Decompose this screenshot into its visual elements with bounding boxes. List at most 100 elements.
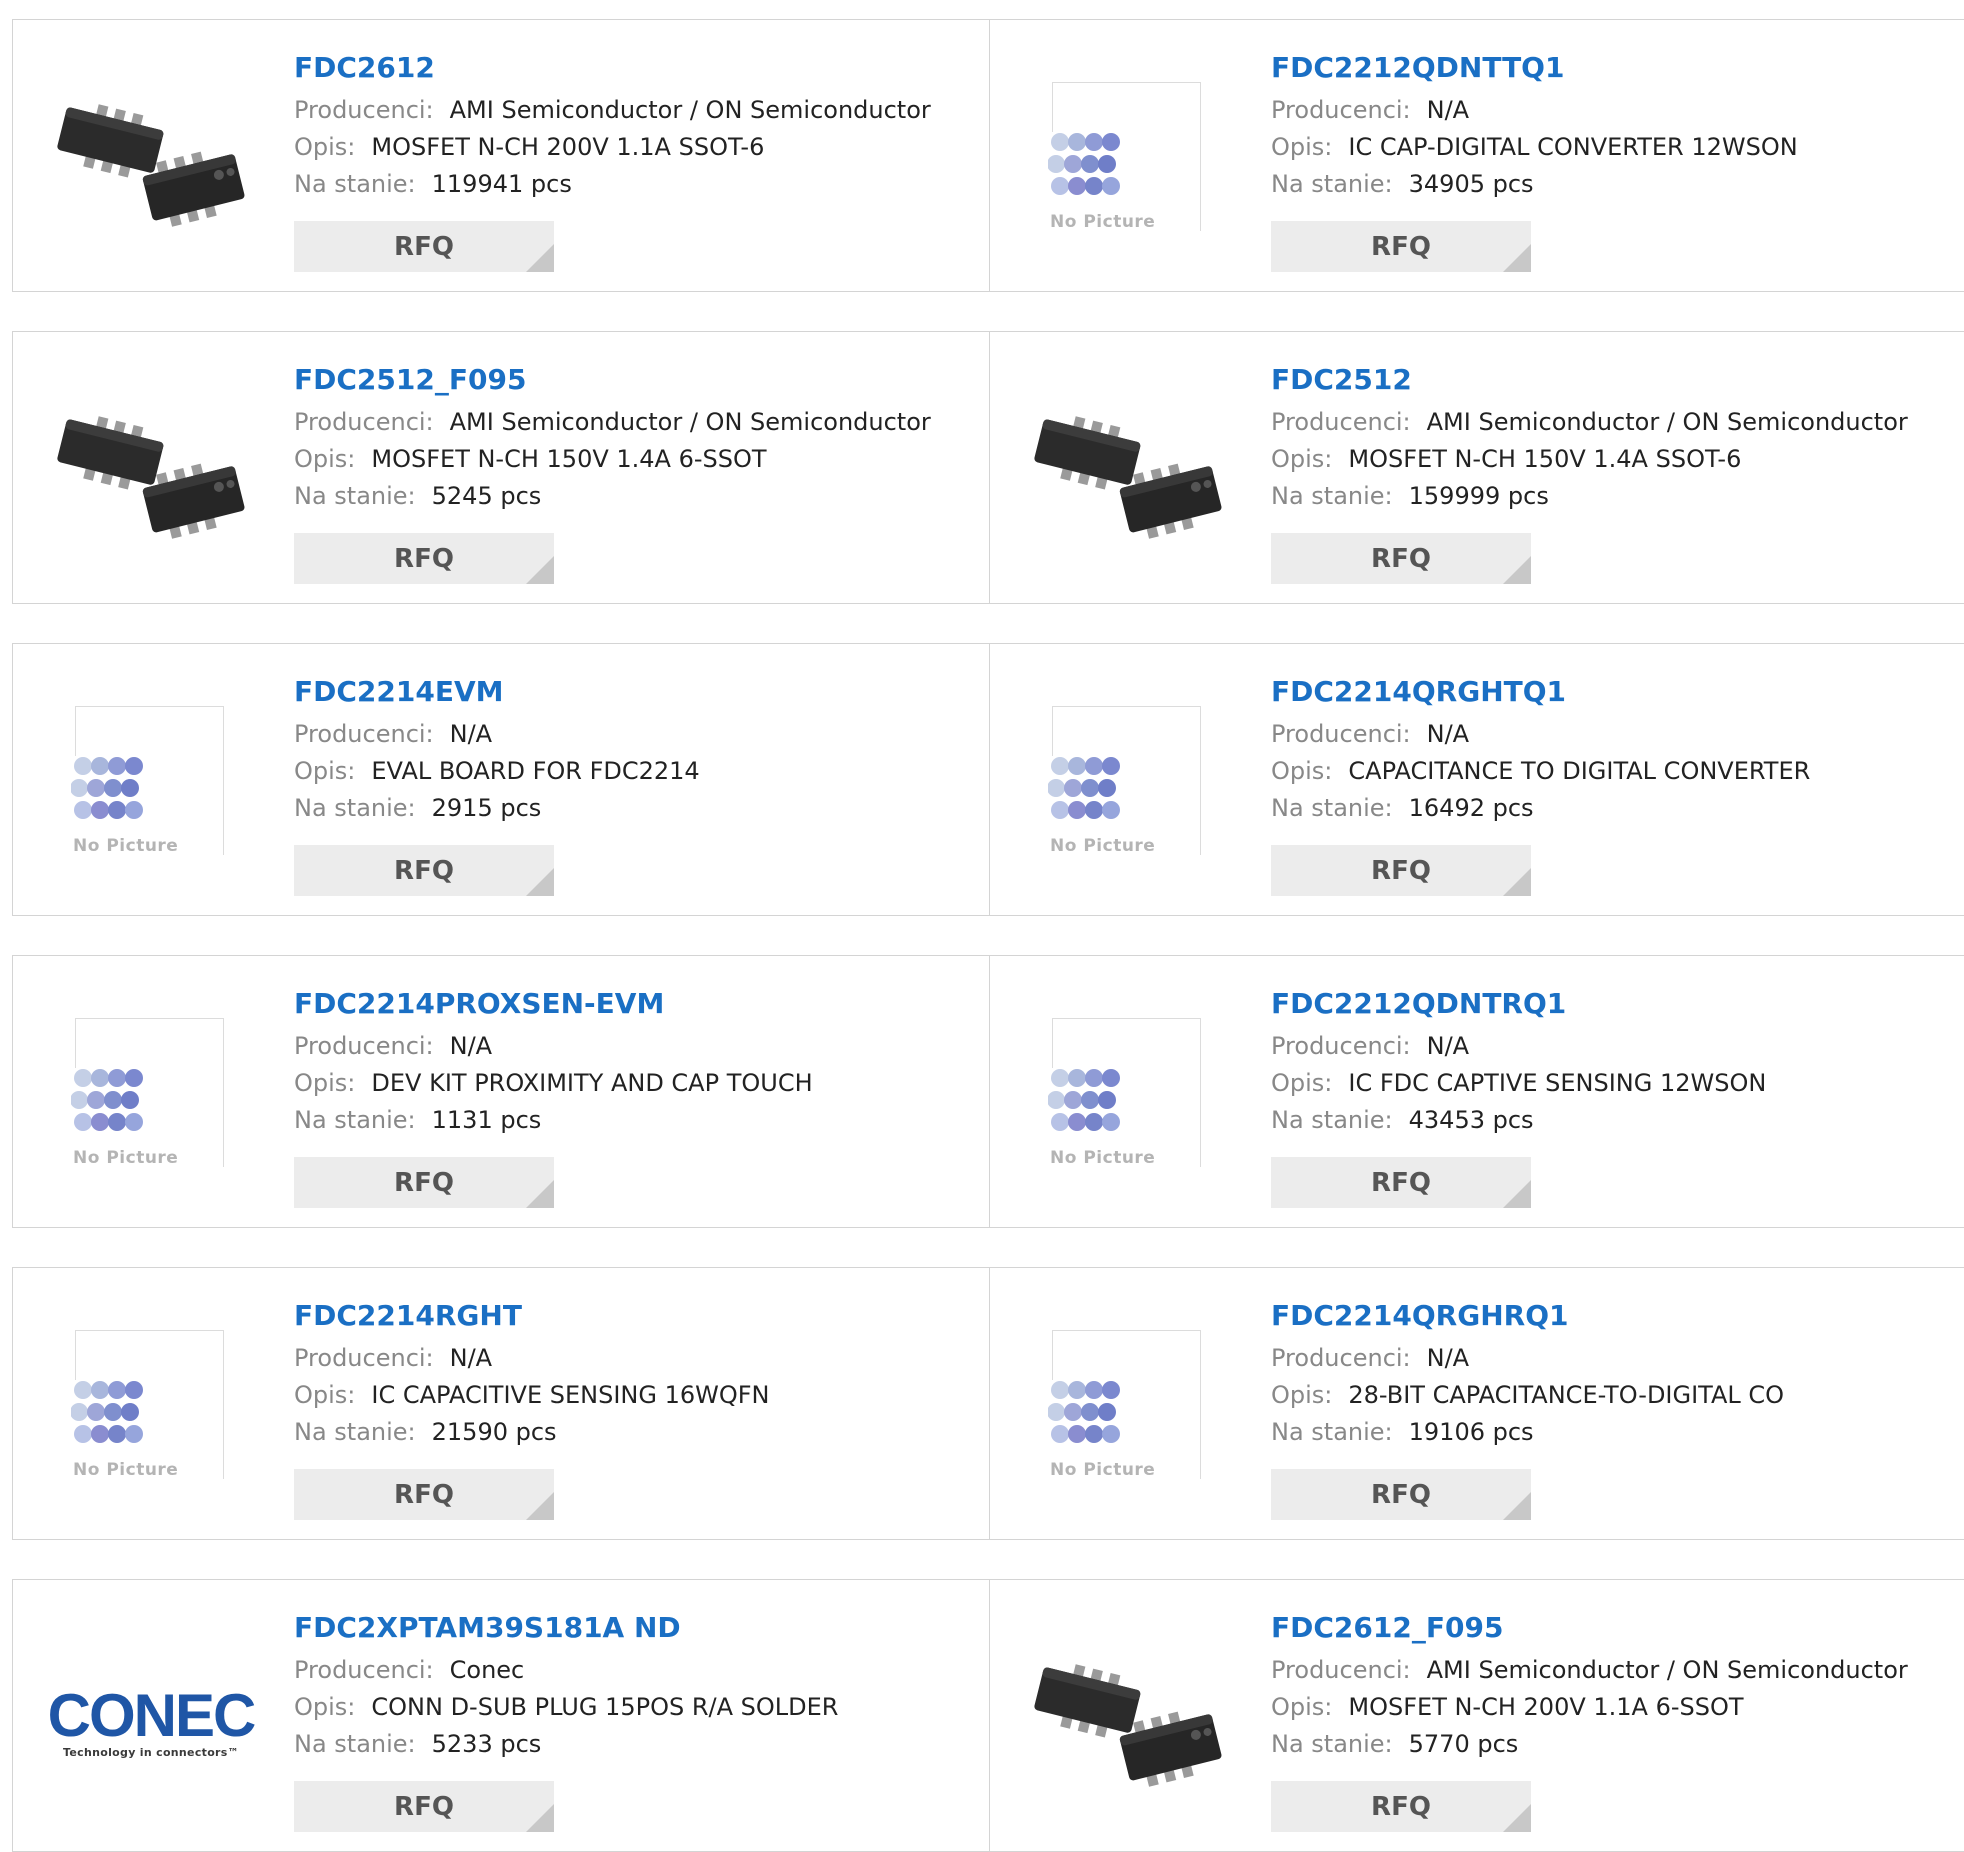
rfq-button[interactable]: RFQ [294,845,554,896]
part-number-link[interactable]: FDC2612 [294,50,979,86]
stock-label: Na stanie: [1271,1418,1393,1446]
manufacturer-row: Producenci: Conec [294,1652,979,1689]
description-row: Opis: DEV KIT PROXIMITY AND CAP TOUCH [294,1065,979,1102]
description-value: IC FDC CAPTIVE SENSING 12WSON [1348,1069,1767,1097]
stock-row: Na stanie: 21590 pcs [294,1414,979,1451]
product-info: FDC2214QRGHRQ1 Producenci: N/A Opis: 28-BI… [1271,1298,1960,1451]
manufacturer-row: Producenci: AMI Semiconductor / ON Semico… [294,404,979,441]
description-label: Opis: [294,757,356,785]
corner-triangle-icon [526,868,554,896]
product-info: FDC2212QDNTTQ1 Producenci: N/A Opis: IC CA… [1271,50,1960,203]
product-card-fdc2214rght: No Picture FDC2214RGHT Producenci: N/A Op… [12,1267,990,1540]
part-number-link[interactable]: FDC2214PROXSEN-EVM [294,986,979,1022]
stock-label: Na stanie: [294,1418,416,1446]
product-image[interactable] [51,62,251,262]
product-image[interactable] [1028,374,1228,574]
rfq-button[interactable]: RFQ [294,533,554,584]
part-number-link[interactable]: FDC2214RGHT [294,1298,979,1334]
stock-value: 16492 pcs [1408,794,1534,822]
rfq-button[interactable]: RFQ [294,1157,554,1208]
product-info: FDC2XPTAM39S181A ND Producenci: Conec Opi… [294,1610,979,1763]
description-value: MOSFET N-CH 150V 1.4A 6-SSOT [371,445,767,473]
rfq-label: RFQ [1371,855,1431,886]
rfq-button[interactable]: RFQ [1271,1781,1531,1832]
manufacturer-label: Producenci: [294,408,434,436]
manufacturer-row: Producenci: AMI Semiconductor / ON Semico… [294,92,979,129]
stock-value: 5233 pcs [431,1730,542,1758]
rfq-button[interactable]: RFQ [1271,533,1531,584]
rfq-button[interactable]: RFQ [294,1781,554,1832]
product-image[interactable]: No Picture [51,686,251,886]
product-image[interactable]: No Picture [1028,1310,1228,1510]
part-number-link[interactable]: FDC2612_F095 [1271,1610,1960,1646]
no-picture-placeholder: No Picture [51,706,251,866]
product-image[interactable]: No Picture [51,1310,251,1510]
manufacturer-value: AMI Semiconductor / ON Semiconductor [1426,408,1908,436]
stock-row: Na stanie: 19106 pcs [1271,1414,1960,1451]
description-row: Opis: IC FDC CAPTIVE SENSING 12WSON [1271,1065,1960,1102]
rfq-label: RFQ [1371,1167,1431,1198]
rfq-button[interactable]: RFQ [1271,1469,1531,1520]
product-info: FDC2214QRGHTQ1 Producenci: N/A Opis: CAPAC… [1271,674,1960,827]
no-picture-label: No Picture [1050,212,1156,232]
part-number-link[interactable]: FDC2214EVM [294,674,979,710]
product-card-fdc2214evm: No Picture FDC2214EVM Producenci: N/A Opi… [12,643,990,916]
rfq-label: RFQ [1371,231,1431,262]
product-image[interactable] [1028,1622,1228,1822]
manufacturer-value: N/A [1426,720,1470,748]
product-card-fdc2212qdntrq1: No Picture FDC2212QDNTRQ1 Producenci: N/A… [989,955,1964,1228]
product-image[interactable] [51,374,251,574]
part-number-link[interactable]: FDC2212QDNTRQ1 [1271,986,1960,1022]
rfq-button[interactable]: RFQ [1271,1157,1531,1208]
part-number-link[interactable]: FDC2XPTAM39S181A ND [294,1610,979,1646]
stock-row: Na stanie: 5233 pcs [294,1726,979,1763]
rfq-button[interactable]: RFQ [1271,845,1531,896]
no-picture-logo-icon [1048,133,1120,195]
product-image[interactable]: No Picture [1028,62,1228,262]
manufacturer-label: Producenci: [1271,1032,1411,1060]
manufacturer-label: Producenci: [294,1656,434,1684]
part-number-link[interactable]: FDC2212QDNTTQ1 [1271,50,1960,86]
stock-value: 119941 pcs [431,170,572,198]
no-picture-logo-icon [1048,757,1120,819]
manufacturer-row: Producenci: N/A [1271,92,1960,129]
rfq-button[interactable]: RFQ [294,221,554,272]
stock-row: Na stanie: 16492 pcs [1271,790,1960,827]
rfq-button[interactable]: RFQ [294,1469,554,1520]
manufacturer-row: Producenci: N/A [294,1340,979,1377]
stock-label: Na stanie: [294,170,416,198]
product-image[interactable]: CONEC Technology in connectors™ [48,1622,257,1822]
corner-triangle-icon [1503,1492,1531,1520]
no-picture-placeholder: No Picture [1028,82,1228,242]
description-label: Opis: [1271,1381,1333,1409]
product-image[interactable]: No Picture [1028,998,1228,1198]
part-number-link[interactable]: FDC2214QRGHRQ1 [1271,1298,1960,1334]
corner-triangle-icon [526,1804,554,1832]
description-label: Opis: [1271,757,1333,785]
corner-triangle-icon [1503,244,1531,272]
description-label: Opis: [294,1693,356,1721]
conec-logo-tagline: Technology in connectors™ [63,1745,239,1759]
description-value: MOSFET N-CH 200V 1.1A 6-SSOT [1348,1693,1744,1721]
product-image[interactable]: No Picture [1028,686,1228,886]
description-value: MOSFET N-CH 150V 1.4A SSOT-6 [1348,445,1742,473]
rfq-button[interactable]: RFQ [1271,221,1531,272]
stock-value: 34905 pcs [1408,170,1534,198]
no-picture-logo-icon [71,757,143,819]
sot23-6-chip-icon [57,416,245,539]
part-number-link[interactable]: FDC2512_F095 [294,362,979,398]
stock-value: 19106 pcs [1408,1418,1534,1446]
product-card-fdc2612-f095: FDC2612_F095 Producenci: AMI Semiconducto… [989,1579,1964,1852]
product-info: FDC2512_F095 Producenci: AMI Semiconducto… [294,362,979,515]
part-number-link[interactable]: FDC2512 [1271,362,1960,398]
product-image[interactable]: No Picture [51,998,251,1198]
rfq-label: RFQ [1371,1791,1431,1822]
stock-label: Na stanie: [294,482,416,510]
description-label: Opis: [294,133,356,161]
part-number-link[interactable]: FDC2214QRGHTQ1 [1271,674,1960,710]
no-picture-placeholder: No Picture [1028,706,1228,866]
product-info: FDC2212QDNTRQ1 Producenci: N/A Opis: IC FD… [1271,986,1960,1139]
product-card-fdc2214proxsen-evm: No Picture FDC2214PROXSEN-EVM Producenci… [12,955,990,1228]
product-grid: FDC2612 Producenci: AMI Semiconductor / O… [0,0,1964,1852]
manufacturer-label: Producenci: [1271,408,1411,436]
